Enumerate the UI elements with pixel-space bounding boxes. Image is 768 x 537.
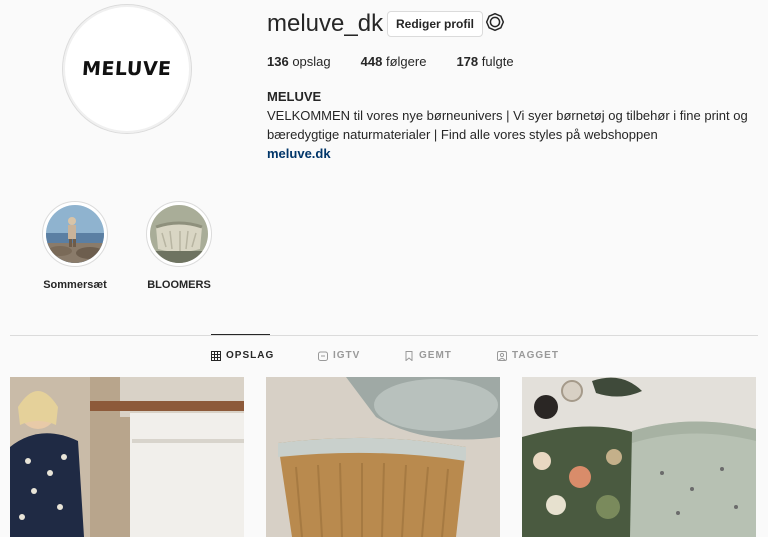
post-image [10,377,244,537]
stat-following-label: fulgte [481,54,514,69]
tab-tagged[interactable]: TAGGET [497,350,559,361]
bio-website-link[interactable]: meluve.dk [267,146,331,161]
bio-text: VELKOMMEN til vores nye børneunivers | V… [267,108,748,142]
highlight-label: Sommersæt [43,279,107,291]
avatar-logo-text: MELUVE [81,58,173,80]
tab-saved-label: GEMT [419,350,452,361]
post-thumbnail[interactable] [266,377,500,537]
highlight-bloomers[interactable]: BLOOMERS [136,201,222,291]
tab-posts-label: OPSLAG [226,350,275,361]
profile-stats: 136 opslag 448 følgere 178 fulgte [267,54,544,69]
active-tab-indicator [211,334,270,335]
tab-igtv[interactable]: IGTV [318,350,360,361]
tabs-divider [10,335,758,336]
profile-avatar[interactable]: MELUVE [62,4,192,134]
stat-followers-label: følgere [385,54,427,69]
post-image [522,377,756,537]
tab-posts[interactable]: OPSLAG [211,350,274,361]
stat-following-count: 178 [456,54,479,69]
stat-posts[interactable]: 136 opslag [267,54,331,69]
highlight-sommersaet[interactable]: Sommersæt [32,201,118,291]
tab-tagged-label: TAGGET [512,350,559,361]
gear-icon[interactable] [485,12,505,32]
post-thumbnail[interactable] [522,377,756,537]
stat-posts-count: 136 [267,54,289,69]
stat-followers-count: 448 [360,54,383,69]
tv-icon [318,351,328,361]
stat-following[interactable]: 178 fulgte [456,54,513,69]
bio-name: MELUVE [267,89,322,104]
tag-person-icon [497,350,507,361]
highlight-cover-image [150,205,208,263]
stat-followers[interactable]: 448 følgere [361,54,427,69]
profile-username: meluve_dk [267,10,384,37]
tab-igtv-label: IGTV [333,350,361,361]
highlight-ring [146,201,212,267]
highlight-cover-image [46,205,104,263]
edit-profile-button[interactable]: Rediger profil [387,11,484,37]
grid-icon [211,350,221,361]
post-image [266,377,500,537]
tab-saved[interactable]: GEMT [404,350,452,361]
profile-bio: MELUVE VELKOMMEN til vores nye børneuniv… [267,87,757,163]
highlight-ring [42,201,108,267]
post-thumbnail[interactable] [10,377,244,537]
bookmark-icon [405,350,413,361]
highlight-label: BLOOMERS [147,279,211,291]
stat-posts-label: opslag [292,54,331,69]
